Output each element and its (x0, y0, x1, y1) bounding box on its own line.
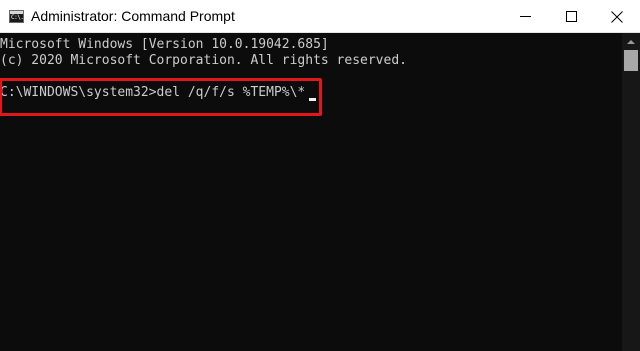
copyright-line: (c) 2020 Microsoft Corporation. All righ… (0, 53, 407, 68)
maximize-button[interactable] (548, 0, 594, 33)
title-bar[interactable]: C:\. Administrator: Command Prompt (0, 0, 640, 33)
close-button[interactable] (594, 0, 640, 33)
command-prompt-window: C:\. Administrator: Command Prompt Micro… (0, 0, 640, 351)
maximize-icon (565, 11, 577, 22)
minimize-button[interactable] (502, 0, 548, 33)
scroll-up-button[interactable] (622, 33, 640, 50)
vertical-scrollbar[interactable] (622, 33, 640, 351)
version-line: Microsoft Windows [Version 10.0.19042.68… (0, 37, 329, 52)
close-icon (611, 10, 623, 23)
minimize-icon (519, 16, 531, 17)
command-highlight-box (0, 78, 322, 116)
scroll-thumb[interactable] (624, 50, 638, 71)
window-title: Administrator: Command Prompt (31, 8, 235, 24)
command-prompt-icon: C:\. (9, 10, 24, 23)
chevron-up-icon (627, 39, 635, 44)
console-output[interactable]: Microsoft Windows [Version 10.0.19042.68… (0, 33, 622, 351)
